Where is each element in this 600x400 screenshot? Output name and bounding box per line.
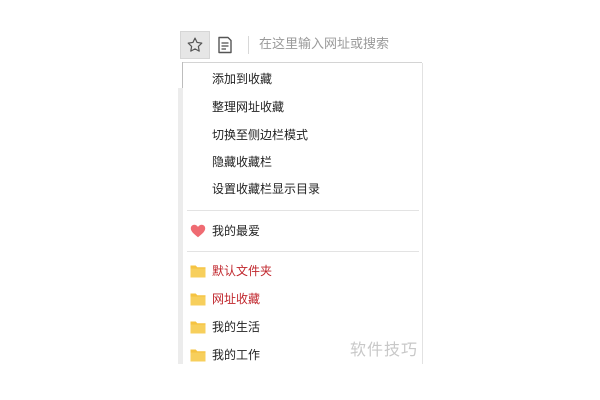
folder-item-label: 默认文件夹 xyxy=(212,264,273,278)
reader-mode-icon xyxy=(218,36,232,54)
menu-divider xyxy=(187,210,419,211)
toolbar-separator xyxy=(248,36,249,54)
menu-item-hide-favorites-bar[interactable]: 隐藏收藏栏 xyxy=(183,149,422,175)
star-outline-icon xyxy=(187,37,203,52)
folder-icon xyxy=(190,349,206,362)
favorites-dropdown-menu: 添加到收藏 整理网址收藏 切换至侧边栏模式 隐藏收藏栏 设置收藏栏显示目录 我的… xyxy=(183,63,423,364)
folder-item-label: 我的工作 xyxy=(212,348,261,362)
favorites-button[interactable] xyxy=(180,31,210,59)
menu-item-label: 切换至侧边栏模式 xyxy=(212,128,309,142)
folder-icon xyxy=(190,321,206,334)
folder-item-url-favorites[interactable]: 网址收藏 xyxy=(183,286,422,312)
menu-item-label: 我的最爱 xyxy=(212,224,261,238)
reader-mode-button[interactable] xyxy=(210,31,240,59)
menu-item-label: 隐藏收藏栏 xyxy=(212,155,273,169)
menu-item-favorites-bar-settings[interactable]: 设置收藏栏显示目录 xyxy=(183,176,422,202)
heart-icon xyxy=(190,224,206,238)
folder-item-label: 网址收藏 xyxy=(212,292,261,306)
menu-item-label: 整理网址收藏 xyxy=(212,100,285,114)
menu-item-label: 设置收藏栏显示目录 xyxy=(212,182,321,196)
watermark-text: 软件技巧 xyxy=(350,340,419,359)
folder-icon xyxy=(190,293,206,306)
folder-icon xyxy=(190,265,206,278)
menu-item-sidebar-mode[interactable]: 切换至侧边栏模式 xyxy=(183,122,422,148)
menu-item-organize-favorites[interactable]: 整理网址收藏 xyxy=(183,94,422,120)
address-bar-input[interactable]: 在这里输入网址或搜索 xyxy=(259,31,389,59)
browser-toolbar: 在这里输入网址或搜索 xyxy=(180,31,422,59)
menu-divider xyxy=(187,251,419,252)
menu-item-my-favorites[interactable]: 我的最爱 xyxy=(183,218,422,244)
menu-item-add-to-favorites[interactable]: 添加到收藏 xyxy=(183,66,422,92)
folder-item-label: 我的生活 xyxy=(212,320,261,334)
menu-item-label: 添加到收藏 xyxy=(212,72,273,86)
folder-item-default[interactable]: 默认文件夹 xyxy=(183,258,422,284)
